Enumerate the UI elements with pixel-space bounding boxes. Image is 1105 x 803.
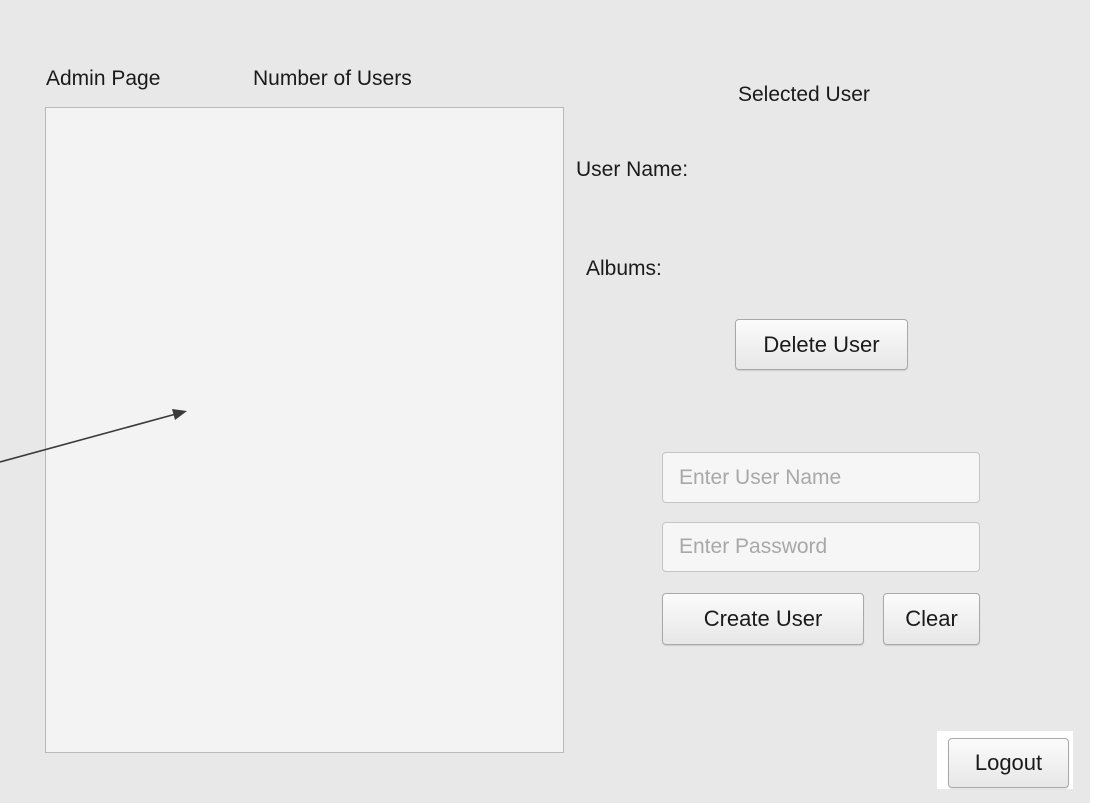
delete-user-button[interactable]: Delete User <box>735 319 908 370</box>
password-input[interactable] <box>662 522 980 572</box>
create-user-button[interactable]: Create User <box>662 593 864 645</box>
username-input[interactable] <box>662 452 980 503</box>
user-name-label: User Name: <box>576 158 689 181</box>
selected-user-heading: Selected User <box>738 83 870 106</box>
clear-button[interactable]: Clear <box>883 593 980 645</box>
page-title: Admin Page <box>46 67 161 90</box>
logout-button[interactable]: Logout <box>948 738 1069 788</box>
user-list[interactable] <box>45 107 564 753</box>
user-count-label: Number of Users <box>253 67 412 90</box>
admin-window: Admin Page Number of Users Selected User… <box>0 0 1090 803</box>
albums-label: Albums: <box>586 257 662 280</box>
